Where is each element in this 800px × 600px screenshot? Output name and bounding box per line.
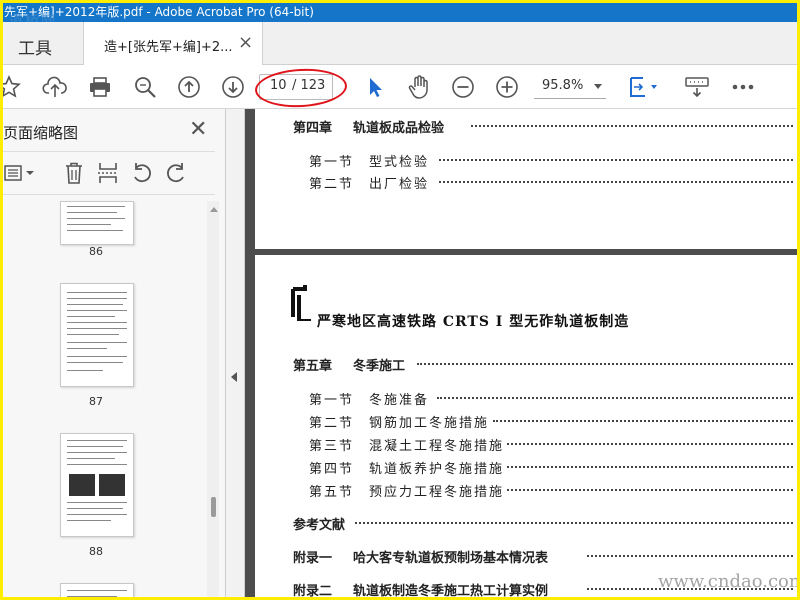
toc-section-title: 型式检验 [369, 155, 430, 170]
tab-bar: 工具 造+[张先军+编]+2... × [3, 22, 797, 65]
page-thumbnail-88[interactable] [60, 433, 134, 537]
select-cursor-icon[interactable] [361, 73, 389, 101]
zoom-select[interactable]: 95.8% [534, 74, 606, 99]
page-thumbnail-89[interactable] [60, 583, 134, 597]
rotate-left-icon[interactable] [129, 160, 155, 186]
scroll-up-icon[interactable] [210, 207, 218, 212]
thumbnail-scrollbar[interactable] [207, 201, 219, 597]
panel-title: 页面缩略图 [3, 124, 79, 142]
book-title: 严寒地区高速铁路 CRTS Ⅰ 型无砟轨道板制造 [317, 314, 630, 330]
toc-chapter-number: 第五章 [293, 359, 333, 374]
toc-section-number: 第五节 [309, 485, 355, 500]
thumbnail-list: 86 87 88 [3, 195, 206, 597]
keyboard-icon[interactable] [683, 73, 711, 101]
fit-page-icon[interactable] [625, 73, 661, 101]
chevron-down-icon [594, 84, 602, 89]
watermark-bottom: www.cndao.com [658, 571, 797, 592]
toolbar: 10 / 123 95.8% [3, 65, 797, 110]
zoom-search-icon[interactable] [131, 73, 159, 101]
toc-section-title: 钢筋加工冬施措施 [369, 416, 490, 431]
thumbnail-label: 86 [89, 245, 103, 258]
more-icon[interactable] [729, 73, 757, 101]
collapse-panel-icon[interactable] [231, 372, 237, 382]
next-page-icon[interactable] [219, 73, 247, 101]
page-thumbnail-87[interactable] [60, 283, 134, 387]
toc-chapter-title: 参考文献 [293, 518, 346, 533]
delete-icon[interactable] [61, 160, 87, 186]
panel-toolbar [3, 151, 215, 195]
toc-section-number: 第一节 [309, 155, 355, 170]
tab-tools[interactable]: 工具 [18, 34, 52, 59]
toc-section-title: 出厂检验 [369, 177, 430, 192]
acrobat-window: 先军+编]+2012年版.pdf - Adobe Acrobat Pro (64… [3, 3, 797, 597]
pdf-page: 严寒地区高速铁路 CRTS Ⅰ 型无砟轨道板制造 第五章 冬季施工 第一节 冬施… [255, 255, 797, 597]
tab-document[interactable]: 造+[张先军+编]+2... × [83, 22, 263, 65]
toc-section-number: 第四节 [309, 462, 355, 477]
print-icon[interactable] [86, 73, 114, 101]
toc-chapter-title: 冬季施工 [353, 359, 406, 374]
toc-section-number: 第二节 [309, 416, 355, 431]
tab-close-icon[interactable]: × [238, 32, 253, 53]
thumbnail-label: 87 [89, 395, 103, 408]
toc-section-title: 轨道板养护冬施措施 [369, 462, 505, 477]
hand-icon[interactable] [405, 73, 433, 101]
insert-icon[interactable] [95, 160, 121, 186]
tab-document-label: 造+[张先军+编]+2... [104, 40, 233, 55]
toc-section-number: 第一节 [309, 393, 355, 408]
scrollbar-thumb[interactable] [211, 497, 216, 517]
upload-icon[interactable] [41, 73, 69, 101]
panel-close-icon[interactable]: ✕ [189, 117, 207, 142]
book-logo-icon [291, 285, 311, 321]
toc-chapter-number: 附录二 [293, 584, 333, 597]
toc-chapter-number: 第四章 [293, 121, 333, 136]
toc-chapter-number: 附录一 [293, 551, 333, 566]
page-thumbnail-86[interactable] [60, 201, 134, 245]
toc-chapter-title: 轨道板成品检验 [353, 121, 445, 136]
thumbnail-label: 88 [89, 545, 103, 558]
pdf-page: 第四章 轨道板成品检验 第一节 型式检验 第二节 出厂检验 [255, 109, 797, 249]
toc-section-title: 预应力工程冬施措施 [369, 485, 505, 500]
title-bar: 先军+编]+2012年版.pdf - Adobe Acrobat Pro (64… [3, 3, 797, 22]
zoom-value: 95.8% [542, 78, 584, 93]
zoom-in-icon[interactable] [493, 73, 521, 101]
toc-chapter-title: 轨道板制造冬季施工热工计算实例 [353, 584, 549, 597]
zoom-out-icon[interactable] [449, 73, 477, 101]
star-icon[interactable] [3, 73, 23, 101]
rotate-right-icon[interactable] [163, 160, 189, 186]
panel-splitter[interactable] [226, 109, 245, 597]
options-icon[interactable] [3, 160, 37, 186]
toc-section-title: 混凝土工程冬施措施 [369, 439, 505, 454]
toc-section-number: 第二节 [309, 177, 355, 192]
toc-section-title: 冬施准备 [369, 393, 430, 408]
toc-section-number: 第三节 [309, 439, 355, 454]
thumbnail-panel: 页面缩略图 ✕ 86 87 88 [3, 109, 226, 597]
prev-page-icon[interactable] [175, 73, 203, 101]
toc-chapter-title: 哈大客专轨道板预制场基本情况表 [353, 551, 549, 566]
document-view: 第四章 轨道板成品检验 第一节 型式检验 第二节 出厂检验 严寒地区高速铁路 C… [245, 109, 797, 597]
